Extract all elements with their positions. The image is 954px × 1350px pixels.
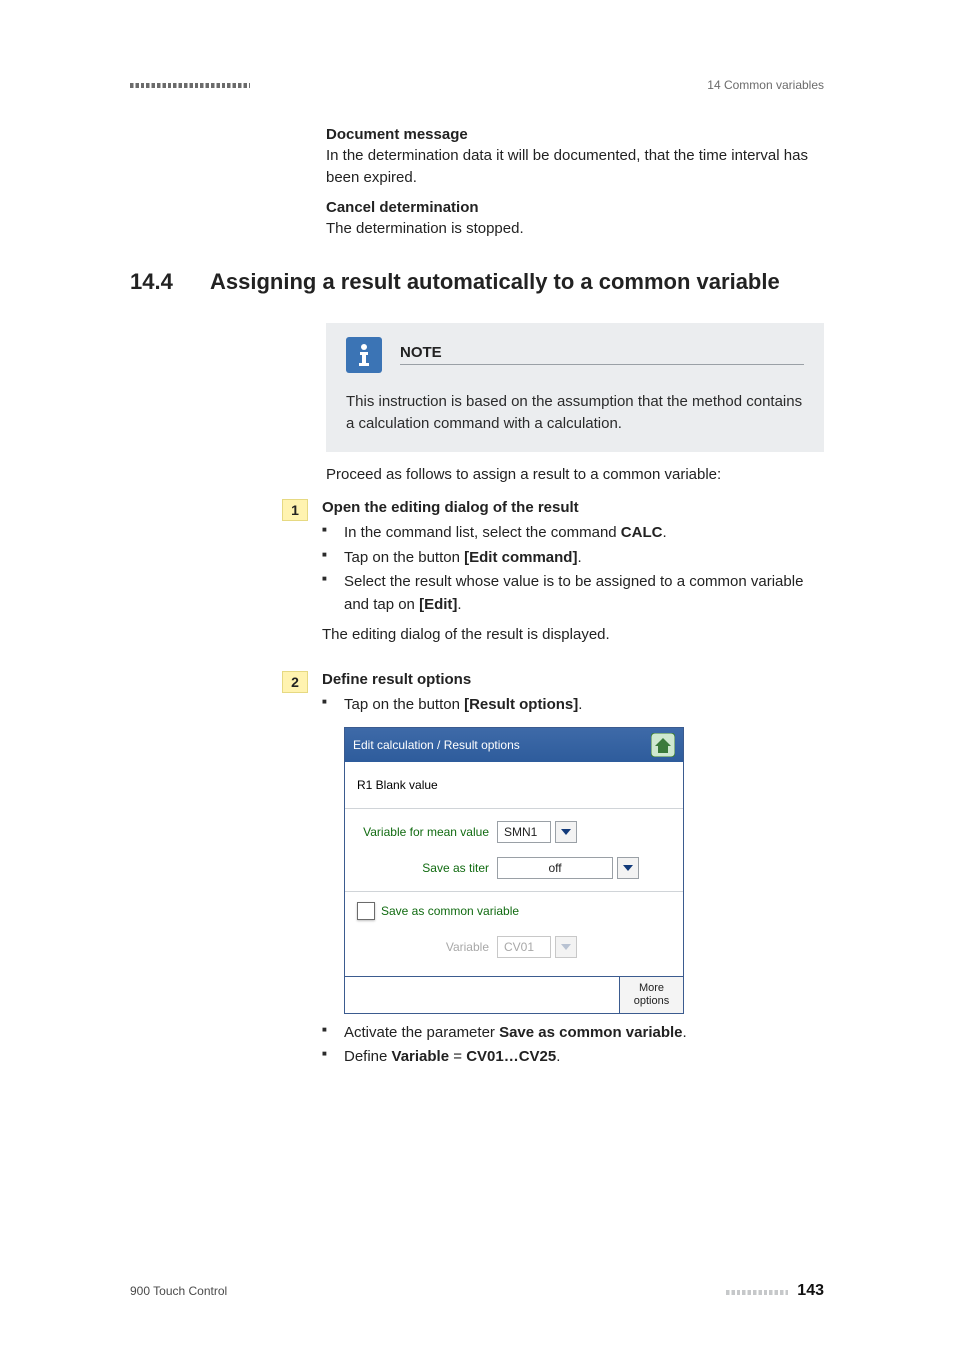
info-icon	[346, 337, 382, 373]
more-options-button[interactable]: Moreoptions	[619, 977, 683, 1013]
list-item: Define Variable = CV01…CV25.	[322, 1046, 824, 1069]
list-item: In the command list, select the command …	[322, 522, 824, 545]
footer-dashes	[726, 1290, 788, 1295]
dialog-button-bar: Moreoptions	[345, 976, 683, 1013]
step-number: 2	[282, 671, 308, 693]
save-as-common-variable-label: Save as common variable	[381, 904, 519, 918]
result-options-dialog: Edit calculation / Result options R1 Bla…	[344, 727, 684, 1014]
step-bullet-list: In the command list, select the command …	[322, 522, 824, 616]
section-number: 14.4	[130, 267, 210, 297]
section-heading: 14.4 Assigning a result automatically to…	[130, 267, 824, 297]
document-message-heading: Document message	[326, 126, 824, 143]
document-message-text: In the determination data it will be doc…	[326, 145, 824, 189]
section-title-text: Assigning a result automatically to a co…	[210, 267, 824, 297]
step-2: 2 Define result options Tap on the butto…	[282, 671, 824, 1079]
note-box: NOTE This instruction is based on the as…	[326, 323, 824, 453]
home-icon[interactable]	[651, 733, 675, 757]
product-name: 900 Touch Control	[130, 1284, 227, 1298]
save-as-titer-label: Save as titer	[357, 861, 497, 875]
step-title: Define result options	[322, 671, 824, 688]
cancel-determination-heading: Cancel determination	[326, 199, 824, 216]
save-as-titer-field[interactable]: off	[497, 857, 613, 879]
dialog-r1-label: R1 Blank value	[357, 778, 438, 792]
post-dialog-bullets: Activate the parameter Save as common va…	[322, 1022, 824, 1069]
breadcrumb: 14 Common variables	[707, 78, 824, 92]
list-item: Activate the parameter Save as common va…	[322, 1022, 824, 1045]
note-label: NOTE	[400, 344, 442, 361]
note-text: This instruction is based on the assumpt…	[346, 391, 804, 435]
variable-label: Variable	[357, 940, 497, 954]
chevron-down-icon[interactable]	[617, 857, 639, 879]
dialog-titlebar: Edit calculation / Result options	[345, 728, 683, 762]
step-title: Open the editing dialog of the result	[322, 499, 824, 516]
page-number: 143	[797, 1282, 824, 1299]
dialog-title-text: Edit calculation / Result options	[353, 738, 520, 752]
mean-value-field[interactable]: SMN1	[497, 821, 551, 843]
save-as-common-variable-checkbox[interactable]	[357, 902, 375, 920]
mean-value-label: Variable for mean value	[357, 825, 497, 839]
header-dashes	[130, 83, 250, 88]
page-header: 14 Common variables	[130, 78, 824, 92]
lead-text: Proceed as follows to assign a result to…	[326, 466, 824, 483]
step-outcome: The editing dialog of the result is disp…	[322, 626, 824, 643]
step-1: 1 Open the editing dialog of the result …	[282, 499, 824, 663]
cancel-determination-text: The determination is stopped.	[326, 218, 824, 240]
chevron-down-icon[interactable]	[555, 821, 577, 843]
variable-field: CV01	[497, 936, 551, 958]
step-number: 1	[282, 499, 308, 521]
chevron-down-icon	[555, 936, 577, 958]
step-bullet-list: Tap on the button [Result options].	[322, 694, 824, 717]
list-item: Select the result whose value is to be a…	[322, 571, 824, 616]
list-item: Tap on the button [Edit command].	[322, 547, 824, 570]
list-item: Tap on the button [Result options].	[322, 694, 824, 717]
footer-right: 143	[726, 1282, 824, 1300]
page-footer: 900 Touch Control 143	[130, 1282, 824, 1300]
